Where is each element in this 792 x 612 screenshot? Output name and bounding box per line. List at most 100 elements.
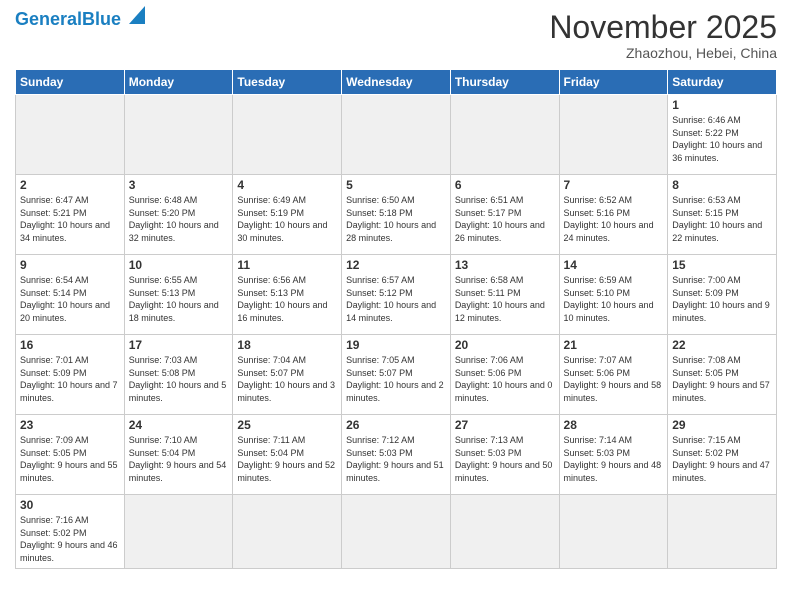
logo-general: General (15, 9, 82, 29)
page: GeneralBlue November 2025 Zhaozhou, Hebe… (0, 0, 792, 612)
day-info: Sunrise: 7:05 AM Sunset: 5:07 PM Dayligh… (346, 354, 446, 404)
table-row: 29Sunrise: 7:15 AM Sunset: 5:02 PM Dayli… (668, 415, 777, 495)
table-row (124, 95, 233, 175)
day-number: 27 (455, 418, 555, 432)
table-row: 3 Sunrise: 6:48 AM Sunset: 5:20 PM Daylig… (124, 175, 233, 255)
day-info: Sunrise: 6:52 AM Sunset: 5:16 PM Dayligh… (564, 194, 664, 244)
table-row: 27 Sunrise: 7:13 AM Sunset: 5:03 PM Dayli… (450, 415, 559, 495)
header: GeneralBlue November 2025 Zhaozhou, Hebe… (15, 10, 777, 61)
table-row: 7 Sunrise: 6:52 AM Sunset: 5:16 PM Daylig… (559, 175, 668, 255)
day-info: Sunrise: 7:12 AM Sunset: 5:03 PM Dayligh… (346, 434, 446, 484)
day-info: Sunrise: 6:59 AM Sunset: 5:10 PM Dayligh… (564, 274, 664, 324)
day-info: Sunrise: 7:03 AM Sunset: 5:08 PM Dayligh… (129, 354, 229, 404)
table-row: 9 Sunrise: 6:54 AM Sunset: 5:14 PM Daylig… (16, 255, 125, 335)
day-info: Sunrise: 7:01 AM Sunset: 5:09 PM Dayligh… (20, 354, 120, 404)
logo-text: GeneralBlue (15, 10, 121, 28)
table-row: 17Sunrise: 7:03 AM Sunset: 5:08 PM Dayli… (124, 335, 233, 415)
day-number: 4 (237, 178, 337, 192)
day-info: Sunrise: 7:04 AM Sunset: 5:07 PM Dayligh… (237, 354, 337, 404)
day-info: Sunrise: 6:51 AM Sunset: 5:17 PM Dayligh… (455, 194, 555, 244)
table-row (668, 495, 777, 568)
day-number: 24 (129, 418, 229, 432)
table-row: 8Sunrise: 6:53 AM Sunset: 5:15 PM Daylig… (668, 175, 777, 255)
day-info: Sunrise: 7:08 AM Sunset: 5:05 PM Dayligh… (672, 354, 772, 404)
table-row: 24 Sunrise: 7:10 AM Sunset: 5:04 PM Dayli… (124, 415, 233, 495)
day-number: 10 (129, 258, 229, 272)
day-number: 7 (564, 178, 664, 192)
table-row: 1 Sunrise: 6:46 AM Sunset: 5:22 PM Daylig… (668, 95, 777, 175)
day-number: 6 (455, 178, 555, 192)
table-row: 28Sunrise: 7:14 AM Sunset: 5:03 PM Dayli… (559, 415, 668, 495)
day-info: Sunrise: 7:10 AM Sunset: 5:04 PM Dayligh… (129, 434, 229, 484)
day-info: Sunrise: 6:54 AM Sunset: 5:14 PM Dayligh… (20, 274, 120, 324)
table-row: 22Sunrise: 7:08 AM Sunset: 5:05 PM Dayli… (668, 335, 777, 415)
day-number: 12 (346, 258, 446, 272)
day-number: 18 (237, 338, 337, 352)
header-saturday: Saturday (668, 70, 777, 95)
day-number: 3 (129, 178, 229, 192)
table-row: 19 Sunrise: 7:05 AM Sunset: 5:07 PM Dayli… (342, 335, 451, 415)
day-info: Sunrise: 7:09 AM Sunset: 5:05 PM Dayligh… (20, 434, 120, 484)
day-number: 1 (672, 98, 772, 112)
day-info: Sunrise: 7:15 AM Sunset: 5:02 PM Dayligh… (672, 434, 772, 484)
table-row: 21Sunrise: 7:07 AM Sunset: 5:06 PM Dayli… (559, 335, 668, 415)
day-info: Sunrise: 7:14 AM Sunset: 5:03 PM Dayligh… (564, 434, 664, 484)
table-row: 12 Sunrise: 6:57 AM Sunset: 5:12 PM Dayli… (342, 255, 451, 335)
table-row: 25 Sunrise: 7:11 AM Sunset: 5:04 PM Dayli… (233, 415, 342, 495)
day-info: Sunrise: 6:46 AM Sunset: 5:22 PM Dayligh… (672, 114, 772, 164)
day-number: 14 (564, 258, 664, 272)
table-row: 20Sunrise: 7:06 AM Sunset: 5:06 PM Dayli… (450, 335, 559, 415)
table-row (450, 495, 559, 568)
table-row: 26 Sunrise: 7:12 AM Sunset: 5:03 PM Dayli… (342, 415, 451, 495)
table-row: 10 Sunrise: 6:55 AM Sunset: 5:13 PM Dayli… (124, 255, 233, 335)
header-friday: Friday (559, 70, 668, 95)
day-info: Sunrise: 7:06 AM Sunset: 5:06 PM Dayligh… (455, 354, 555, 404)
header-sunday: Sunday (16, 70, 125, 95)
table-row: 6 Sunrise: 6:51 AM Sunset: 5:17 PM Daylig… (450, 175, 559, 255)
logo: GeneralBlue (15, 10, 145, 28)
day-number: 11 (237, 258, 337, 272)
day-number: 26 (346, 418, 446, 432)
day-number: 15 (672, 258, 772, 272)
day-info: Sunrise: 6:53 AM Sunset: 5:15 PM Dayligh… (672, 194, 772, 244)
day-number: 30 (20, 498, 120, 512)
table-row: 18 Sunrise: 7:04 AM Sunset: 5:07 PM Dayli… (233, 335, 342, 415)
day-info: Sunrise: 6:56 AM Sunset: 5:13 PM Dayligh… (237, 274, 337, 324)
table-row: 2Sunrise: 6:47 AM Sunset: 5:21 PM Daylig… (16, 175, 125, 255)
header-monday: Monday (124, 70, 233, 95)
day-number: 21 (564, 338, 664, 352)
table-row: 5 Sunrise: 6:50 AM Sunset: 5:18 PM Daylig… (342, 175, 451, 255)
day-number: 9 (20, 258, 120, 272)
table-row: 11 Sunrise: 6:56 AM Sunset: 5:13 PM Dayli… (233, 255, 342, 335)
calendar: Sunday Monday Tuesday Wednesday Thursday… (15, 69, 777, 568)
day-info: Sunrise: 6:55 AM Sunset: 5:13 PM Dayligh… (129, 274, 229, 324)
day-info: Sunrise: 7:16 AM Sunset: 5:02 PM Dayligh… (20, 514, 120, 564)
day-info: Sunrise: 6:57 AM Sunset: 5:12 PM Dayligh… (346, 274, 446, 324)
table-row: 30 Sunrise: 7:16 AM Sunset: 5:02 PM Dayli… (16, 495, 125, 568)
day-number: 2 (20, 178, 120, 192)
table-row: 4Sunrise: 6:49 AM Sunset: 5:19 PM Daylig… (233, 175, 342, 255)
day-info: Sunrise: 7:00 AM Sunset: 5:09 PM Dayligh… (672, 274, 772, 324)
table-row (233, 495, 342, 568)
table-row: 14 Sunrise: 6:59 AM Sunset: 5:10 PM Dayli… (559, 255, 668, 335)
day-number: 13 (455, 258, 555, 272)
day-info: Sunrise: 6:58 AM Sunset: 5:11 PM Dayligh… (455, 274, 555, 324)
table-row (233, 95, 342, 175)
table-row (342, 95, 451, 175)
table-row (124, 495, 233, 568)
day-info: Sunrise: 7:13 AM Sunset: 5:03 PM Dayligh… (455, 434, 555, 484)
day-info: Sunrise: 7:11 AM Sunset: 5:04 PM Dayligh… (237, 434, 337, 484)
day-number: 25 (237, 418, 337, 432)
day-info: Sunrise: 6:50 AM Sunset: 5:18 PM Dayligh… (346, 194, 446, 244)
table-row (450, 95, 559, 175)
day-info: Sunrise: 6:48 AM Sunset: 5:20 PM Dayligh… (129, 194, 229, 244)
location: Zhaozhou, Hebei, China (549, 45, 777, 61)
table-row: 23 Sunrise: 7:09 AM Sunset: 5:05 PM Dayli… (16, 415, 125, 495)
month-title: November 2025 (549, 10, 777, 45)
table-row (16, 95, 125, 175)
day-number: 5 (346, 178, 446, 192)
day-number: 19 (346, 338, 446, 352)
table-row: 16Sunrise: 7:01 AM Sunset: 5:09 PM Dayli… (16, 335, 125, 415)
day-number: 23 (20, 418, 120, 432)
header-tuesday: Tuesday (233, 70, 342, 95)
